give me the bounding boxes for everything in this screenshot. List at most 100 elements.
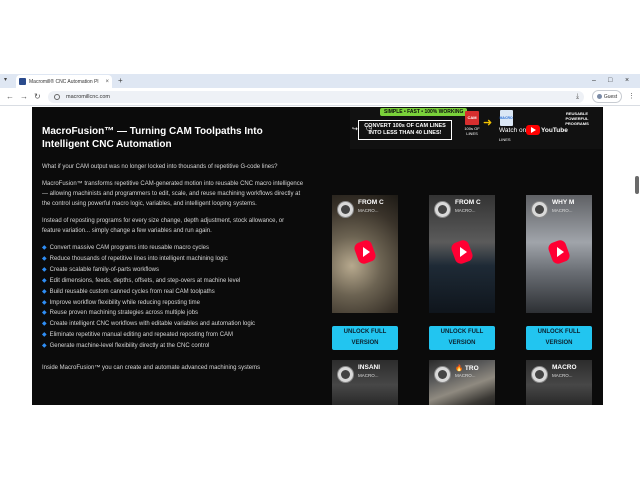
url-text: macromillcnc.com <box>66 94 111 100</box>
video-title: MACRO <box>552 364 577 371</box>
article-headline: MacroFusion™ — Turning CAM Toolpaths Int… <box>42 126 263 150</box>
article: MacroFusion™ — Turning CAM Toolpaths Int… <box>42 125 304 380</box>
tab-close-icon[interactable]: × <box>105 79 109 85</box>
watch-on-label[interactable]: Watch on <box>499 127 526 134</box>
video-thumbnail[interactable]: WHY M MACRO... <box>526 195 592 313</box>
video-channel: MACRO... <box>455 208 476 213</box>
tab-strip: ▾ Macromill® CNC Automation Pl × + – □ × <box>0 74 640 88</box>
play-icon <box>460 247 467 257</box>
banner-headline: CONVERT 100s OF CAM LINES INTO LESS THAN… <box>358 120 452 140</box>
guest-label: Guest <box>603 93 618 100</box>
article-paragraph: Inside MacroFusion™ you can create and a… <box>42 365 261 372</box>
new-tab-button[interactable]: + <box>118 75 123 87</box>
channel-avatar <box>337 366 354 383</box>
channel-avatar <box>337 201 354 218</box>
video-card[interactable]: FROM C MACRO... UNLOCK FULL VERSION <box>332 195 398 355</box>
maximize-icon[interactable]: □ <box>608 75 612 86</box>
diamond-icon: ◆ <box>42 288 47 295</box>
screen: ▾ Macromill® CNC Automation Pl × + – □ ×… <box>0 0 640 480</box>
video-card[interactable]: WHY M MACRO... UNLOCK FULL VERSION <box>526 195 592 355</box>
page-content: MacroFusion™ — Turning CAM Toolpaths Int… <box>32 107 603 405</box>
diamond-icon: ◆ <box>42 321 47 328</box>
cam-badge: CAM 100s OF LINES <box>463 111 481 141</box>
unlock-full-version-button[interactable]: UNLOCK FULL VERSION <box>332 326 398 350</box>
video-channel: MACRO... <box>455 373 476 378</box>
banner-reusable-text: REUSABLE POWERFUL PROGRAMS <box>565 111 589 126</box>
favicon-icon <box>19 78 26 85</box>
address-bar[interactable]: macromillcnc.com <box>48 91 584 103</box>
download-icon[interactable]: ⤓ <box>576 91 579 103</box>
list-item: ◆ Reuse proven machining strategies acros… <box>42 308 304 319</box>
list-item: ◆ Edit dimensions, feeds, depths, offsets… <box>42 276 304 287</box>
unlock-full-version-button[interactable]: UNLOCK FULL VERSION <box>429 326 495 350</box>
article-paragraph: MacroFusion™ transforms repetitive CAM-g… <box>42 181 304 207</box>
diamond-icon: ◆ <box>42 255 47 262</box>
close-window-icon[interactable]: × <box>625 75 629 86</box>
video-channel: MACRO... <box>552 208 573 213</box>
reload-icon[interactable]: ↻ <box>34 91 41 103</box>
page-margin-left <box>0 107 32 405</box>
forward-icon[interactable]: → <box>20 91 28 103</box>
video-title: FROM C <box>455 199 481 206</box>
menu-icon[interactable]: ⋮ <box>628 91 635 103</box>
video-channel: MACRO... <box>358 373 379 378</box>
feature-list: ◆ Convert massive CAM programs into reusa… <box>42 243 304 352</box>
channel-avatar <box>434 201 451 218</box>
list-item: ◆ Build reusable custom canned cycles fro… <box>42 287 304 298</box>
article-paragraph: Instead of reposting programs for every … <box>42 218 285 234</box>
page-bottom-margin <box>0 405 640 480</box>
minimize-icon[interactable]: – <box>592 75 596 86</box>
macro-file-badge: MACRO <box>497 110 515 126</box>
browser-toolbar: ← → ↻ macromillcnc.com ⤓ Guest ⋮ <box>0 88 640 106</box>
list-item: ◆ Reduce thousands of repetitive lines in… <box>42 254 304 265</box>
site-info-icon[interactable] <box>54 94 60 100</box>
channel-avatar <box>531 366 548 383</box>
diamond-icon: ◆ <box>42 332 47 339</box>
video-title: WHY M <box>552 199 575 206</box>
banner-tag: SIMPLE • FAST • 100% WORKING <box>380 108 468 116</box>
tab-title: Macromill® CNC Automation Pl <box>29 78 99 85</box>
guest-profile-button[interactable]: Guest <box>592 90 622 103</box>
list-item: ◆ Eliminate repetitive manual editing and… <box>42 330 304 341</box>
video-card[interactable]: MACRO MACRO... <box>526 360 592 405</box>
video-title: 🔥 TRO <box>455 365 479 372</box>
diamond-icon: ◆ <box>42 277 47 284</box>
article-paragraph: What if your CAM output was no longer lo… <box>42 164 278 170</box>
video-channel: MACRO... <box>552 373 573 378</box>
channel-avatar <box>531 201 548 218</box>
diamond-icon: ◆ <box>42 266 47 273</box>
diamond-icon: ◆ <box>42 343 47 350</box>
play-icon <box>557 247 564 257</box>
video-thumbnail[interactable]: FROM C MACRO... <box>429 195 495 313</box>
channel-avatar <box>434 366 451 383</box>
diamond-icon: ◆ <box>42 245 47 251</box>
share-icon[interactable]: ↪ <box>352 125 358 133</box>
profile-icon <box>596 94 602 99</box>
video-card[interactable]: FROM C MACRO... UNLOCK FULL VERSION <box>429 195 495 355</box>
video-title: FROM C <box>358 199 384 206</box>
video-card[interactable]: 🔥 TRO MACRO... <box>429 360 495 405</box>
list-item: ◆ Create intelligent CNC workflows with e… <box>42 319 304 330</box>
video-title: INSANI <box>358 364 381 371</box>
play-icon <box>363 247 370 257</box>
scrollbar[interactable] <box>635 176 639 194</box>
video-card[interactable]: INSANI MACRO... <box>332 360 398 405</box>
file-caption: LINES <box>499 137 511 142</box>
play-icon <box>531 127 536 133</box>
diamond-icon: ◆ <box>42 299 47 306</box>
unlock-full-version-button[interactable]: UNLOCK FULL VERSION <box>526 326 592 350</box>
youtube-wordmark[interactable]: YouTube <box>541 127 568 134</box>
video-thumbnail[interactable]: FROM C MACRO... <box>332 195 398 313</box>
list-item: ◆ Create scalable family-of-parts workflo… <box>42 265 304 276</box>
diamond-icon: ◆ <box>42 310 47 317</box>
list-item: ◆ Generate machine-level flexibility dire… <box>42 341 304 352</box>
cam-icon: CAM <box>465 111 479 125</box>
youtube-embed-banner[interactable]: ↪ ◷ SIMPLE • FAST • 100% WORKING CONVERT… <box>350 107 602 149</box>
page-margin-right <box>603 107 640 405</box>
tab-active[interactable]: Macromill® CNC Automation Pl × <box>16 75 112 88</box>
arrow-right-icon: ➜ <box>483 117 493 129</box>
tab-search-icon[interactable]: ▾ <box>4 76 7 83</box>
list-item: ◆ Convert massive CAM programs into reusa… <box>42 243 304 254</box>
back-icon[interactable]: ← <box>6 91 14 103</box>
file-icon: MACRO <box>499 110 513 126</box>
